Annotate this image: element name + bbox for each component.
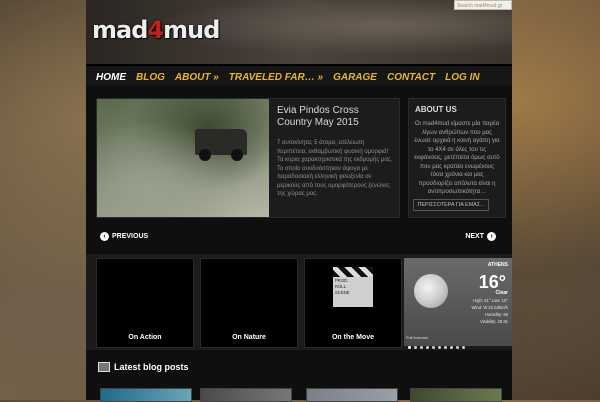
carousel-dot[interactable] — [462, 346, 465, 349]
card-label: On Action — [128, 334, 162, 341]
featured-excerpt: 7 αυτοκίνητα, 5 άτομα, ατέλειωτη περιπέτ… — [277, 140, 393, 197]
jeep-image — [195, 129, 247, 161]
weather-visibility: Visibility: 25.91 — [480, 319, 508, 324]
carousel-dot[interactable] — [414, 346, 417, 349]
carousel-dot[interactable] — [438, 346, 441, 349]
nav-item-about[interactable]: ABOUT » — [175, 72, 219, 83]
previous-button[interactable]: ‹ PREVIOUS — [100, 232, 148, 241]
about-widget: ABOUT US Οι mad4mud είμαστε μία παρέα λί… — [408, 98, 506, 218]
carousel-dot[interactable] — [426, 346, 429, 349]
carousel-dot[interactable] — [456, 346, 459, 349]
latest-posts-title: Latest blog posts — [114, 362, 189, 372]
carousel-dot[interactable] — [450, 346, 453, 349]
nav-item-home[interactable]: HOME — [96, 72, 126, 83]
moon-icon — [414, 274, 448, 308]
weather-city: ATHENS — [487, 262, 508, 268]
card-on-nature[interactable]: On Nature — [200, 258, 298, 348]
nav-item-blog[interactable]: BLOG — [136, 72, 165, 83]
next-button[interactable]: NEXT › — [465, 232, 496, 241]
carousel-dot[interactable] — [408, 346, 411, 349]
clapperboard-icon: PROD. ROLL SCENE — [333, 267, 373, 309]
weather-description: Clear — [495, 290, 508, 296]
nav-item-garage[interactable]: GARAGE — [333, 72, 377, 83]
weather-wind: Wind: W 22.53km/h — [471, 305, 508, 310]
site-container: mad4mud Search mad4mud.gr HOME BLOG ABOU… — [86, 0, 512, 402]
about-more-button[interactable]: ΠΕΡΙΣΣΟΤΕΡΑ ΓΙΑ ΕΜΑΣ... — [413, 199, 489, 211]
carousel-dot[interactable] — [444, 346, 447, 349]
weather-source[interactable]: Full forecast — [406, 335, 428, 340]
search-input[interactable]: Search mad4mud.gr — [454, 0, 512, 10]
carousel-dot[interactable] — [420, 346, 423, 349]
nav-item-contact[interactable]: CONTACT — [387, 72, 435, 83]
arrow-right-icon: › — [487, 232, 496, 241]
main-nav: HOME BLOG ABOUT » TRAVELED FAR… » GARAGE… — [86, 64, 512, 88]
site-logo[interactable]: mad4mud — [92, 16, 220, 44]
card-on-action[interactable]: On Action — [96, 258, 194, 348]
card-label: On Nature — [232, 334, 266, 341]
weather-humidity: Humidity: 69 — [484, 312, 508, 317]
about-heading: ABOUT US — [415, 105, 457, 114]
nav-item-login[interactable]: LOG IN — [445, 72, 479, 83]
next-label: NEXT — [465, 233, 484, 240]
card-on-the-move[interactable]: PROD. ROLL SCENE On the Move — [304, 258, 402, 348]
featured-text: Evia Pindos Cross Country May 2015 7 αυτ… — [277, 105, 393, 199]
latest-posts: Latest blog posts — [86, 358, 512, 402]
about-text: Οι mad4mud είμαστε μία παρέα λίγων ανθρώ… — [414, 121, 500, 195]
nav-item-traveled-far[interactable]: TRAVELED FAR… » — [229, 72, 323, 83]
site-header: mad4mud Search mad4mud.gr — [86, 0, 512, 64]
weather-high-low: High: 21° Low: 10° — [473, 298, 508, 303]
category-carousel: On Action On Nature PROD. ROLL SCENE On … — [86, 254, 512, 350]
carousel-dot[interactable] — [432, 346, 435, 349]
arrow-left-icon: ‹ — [100, 232, 109, 241]
featured-post[interactable]: Evia Pindos Cross Country May 2015 7 αυτ… — [96, 98, 400, 218]
image-icon — [98, 362, 110, 372]
card-label: On the Move — [331, 334, 374, 341]
main-content: Evia Pindos Cross Country May 2015 7 αυτ… — [86, 86, 512, 402]
previous-label: PREVIOUS — [112, 233, 149, 240]
weather-widget[interactable]: ATHENS 16° Clear High: 21° Low: 10° Wind… — [404, 258, 512, 346]
featured-image[interactable] — [97, 99, 269, 217]
latest-posts-header: Latest blog posts — [98, 362, 189, 372]
slider-pager: ‹ PREVIOUS NEXT › — [100, 232, 496, 246]
featured-title[interactable]: Evia Pindos Cross Country May 2015 — [277, 105, 393, 129]
carousel-dots — [404, 346, 516, 349]
